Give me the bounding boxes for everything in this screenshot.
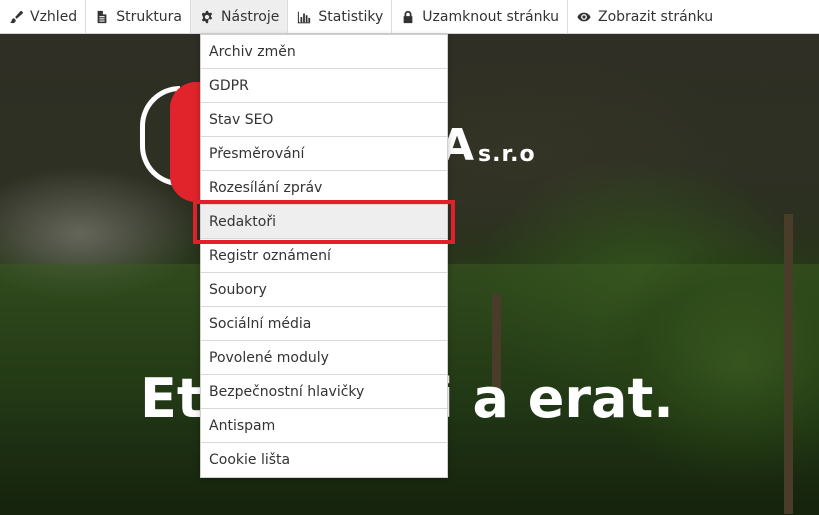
toolbar-nastroje-label: Nástroje bbox=[221, 8, 280, 25]
menu-item-rozesilani-zprav[interactable]: Rozesílání zpráv bbox=[201, 171, 447, 205]
menu-item-presmerovani[interactable]: Přesměrování bbox=[201, 137, 447, 171]
toolbar-uzamknout-label: Uzamknout stránku bbox=[422, 8, 559, 25]
gear-icon bbox=[199, 9, 215, 25]
toolbar-statistiky[interactable]: Statistiky bbox=[288, 0, 393, 33]
document-icon bbox=[94, 9, 110, 25]
menu-item-bezpecnostni-hlavicky[interactable]: Bezpečnostní hlavičky bbox=[201, 375, 447, 409]
menu-item-povolene-moduly[interactable]: Povolené moduly bbox=[201, 341, 447, 375]
toolbar-nastroje[interactable]: Nástroje bbox=[191, 0, 289, 33]
toolbar-uzamknout[interactable]: Uzamknout stránku bbox=[392, 0, 568, 33]
eye-icon bbox=[576, 9, 592, 25]
menu-item-antispam[interactable]: Antispam bbox=[201, 409, 447, 443]
toolbar-zobrazit-label: Zobrazit stránku bbox=[598, 8, 714, 25]
brush-icon bbox=[8, 9, 24, 25]
menu-item-cookie-lista[interactable]: Cookie lišta bbox=[201, 443, 447, 477]
menu-item-soubory[interactable]: Soubory bbox=[201, 273, 447, 307]
toolbar-zobrazit[interactable]: Zobrazit stránku bbox=[568, 0, 721, 33]
bar-chart-icon bbox=[296, 9, 312, 25]
menu-item-socialni-media[interactable]: Sociální média bbox=[201, 307, 447, 341]
menu-item-archiv-zmen[interactable]: Archiv změn bbox=[201, 35, 447, 69]
logo-sro: s.r.o bbox=[478, 142, 536, 167]
toolbar-vzhled[interactable]: Vzhled bbox=[0, 0, 87, 33]
lock-icon bbox=[400, 9, 416, 25]
toolbar-struktura[interactable]: Struktura bbox=[86, 0, 192, 33]
menu-item-registr-oznameni[interactable]: Registr oznámení bbox=[201, 239, 447, 273]
admin-toolbar: Vzhled Struktura Nástroje Statistiky Uza… bbox=[0, 0, 819, 34]
toolbar-struktura-label: Struktura bbox=[116, 8, 183, 25]
menu-item-stav-seo[interactable]: Stav SEO bbox=[201, 103, 447, 137]
menu-item-gdpr[interactable]: GDPR bbox=[201, 69, 447, 103]
tools-dropdown-menu: Archiv změn GDPR Stav SEO Přesměrování R… bbox=[200, 34, 448, 478]
toolbar-statistiky-label: Statistiky bbox=[318, 8, 384, 25]
menu-item-redaktori[interactable]: Redaktoři bbox=[201, 205, 447, 239]
toolbar-vzhled-label: Vzhled bbox=[30, 8, 78, 25]
